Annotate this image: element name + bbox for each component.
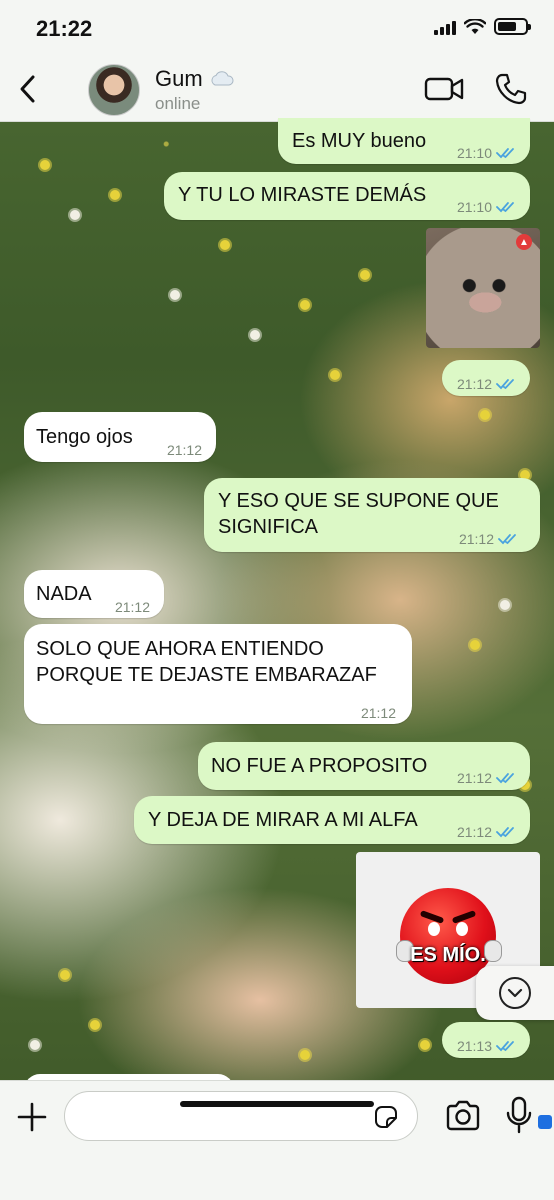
message-bubble-outgoing[interactable]: Y TU LO MIRASTE DEMÁS 21:10 [164, 172, 530, 220]
message-bubble-outgoing[interactable]: Es MUY bueno 21:10 [278, 118, 530, 164]
message-bubble-outgoing[interactable]: NO FUE A PROPOSITO 21:12 [198, 742, 530, 790]
message-meta: 21:12 [459, 526, 520, 552]
message-text: Es MUY bueno [292, 130, 427, 152]
sticker-icon [375, 1106, 397, 1128]
message-bubble-incoming[interactable]: Tengo ojos 21:12 [24, 412, 216, 462]
wifi-icon [464, 18, 486, 34]
wallpaper-flower [220, 240, 230, 250]
voice-call-button[interactable] [494, 72, 528, 106]
message-bubble-outgoing[interactable]: Y ESO QUE SE SUPONE QUE SIGNIFICA 21:12 [204, 478, 540, 552]
message-bubble-incoming[interactable]: SOLO QUE AHORA ENTIENDO PORQUE TE DEJAST… [24, 624, 412, 724]
chevron-down-icon [499, 977, 531, 1009]
wallpaper-flower [70, 210, 80, 220]
contact-name-row[interactable]: Gum [155, 66, 235, 92]
lock-icon [538, 1115, 552, 1129]
message-input[interactable] [64, 1091, 418, 1141]
video-call-button[interactable] [424, 74, 466, 104]
message-time: 21:12 [114, 599, 150, 615]
message-meta: 21:10 [457, 140, 518, 166]
status-icons [434, 18, 531, 35]
contact-name: Gum [155, 66, 203, 91]
wallpaper-flower [300, 1050, 310, 1060]
message-text-line: Y ESO QUE SE SUPONE QUE [218, 490, 499, 512]
phone-icon [495, 73, 527, 105]
home-indicator [180, 1101, 374, 1107]
sticker-caption: ES MÍO. [410, 944, 486, 966]
wallpaper-flower [60, 970, 70, 980]
attach-button[interactable] [14, 1099, 50, 1135]
message-composer [0, 1080, 554, 1200]
message-time: 21:10 [456, 199, 492, 215]
message-meta: 21:12 [457, 819, 518, 845]
message-meta: 21:12 [457, 765, 518, 791]
wallpaper-flower [330, 370, 340, 380]
cloud-icon [211, 71, 234, 86]
wallpaper-flower [250, 330, 260, 340]
read-ticks-icon [496, 827, 514, 838]
sticker-time-bubble: 21:12 [442, 360, 530, 396]
message-time: 21:12 [456, 824, 492, 840]
kitten-sticker[interactable]: ▲ [426, 228, 540, 348]
contact-status: online [155, 94, 201, 113]
plus-icon [17, 1102, 47, 1132]
message-text: Y DEJA DE MIRAR A MI ALFA [148, 809, 418, 831]
message-text: Tengo ojos [36, 426, 133, 448]
scroll-to-bottom-button[interactable] [476, 966, 554, 1020]
sticker-button[interactable] [372, 1103, 400, 1131]
message-time: 21:12 [360, 705, 396, 721]
video-camera-icon [424, 77, 464, 101]
read-ticks-icon [496, 1041, 514, 1052]
wallpaper-flower [40, 160, 50, 170]
message-text: NADA [36, 583, 92, 605]
read-ticks-icon [496, 202, 514, 213]
wallpaper-flower [300, 300, 310, 310]
angry-reaction-icon: ▲ [516, 234, 532, 250]
wallpaper-flower [170, 290, 180, 300]
read-ticks-icon [496, 773, 514, 784]
chat-header: Gum online [0, 58, 554, 122]
wallpaper-flower [360, 270, 370, 280]
message-bubble-outgoing[interactable]: Y DEJA DE MIRAR A MI ALFA 21:12 [134, 796, 530, 844]
contact-avatar[interactable] [88, 64, 140, 116]
wallpaper-flower [30, 1040, 40, 1050]
camera-icon [446, 1100, 480, 1131]
read-ticks-icon [496, 148, 514, 159]
status-time: 21:22 [36, 16, 93, 41]
message-time: 21:10 [456, 145, 492, 161]
status-bar: 21:22 [0, 0, 554, 58]
message-time: 21:12 [456, 376, 492, 392]
wallpaper-flower [420, 1040, 430, 1050]
message-time: 21:13 [456, 1038, 492, 1054]
message-text-line: SIGNIFICA [218, 516, 319, 538]
message-text: Y TU LO MIRASTE DEMÁS [178, 184, 427, 206]
back-arrow-icon [20, 75, 35, 103]
message-bubble-incoming[interactable]: NADA 21:12 [24, 570, 164, 618]
message-text: NO FUE A PROPOSITO [211, 755, 428, 777]
wallpaper-flower [110, 190, 120, 200]
microphone-button[interactable] [504, 1095, 534, 1135]
wallpaper-flower [90, 1020, 100, 1030]
wallpaper-flower [470, 640, 480, 650]
wallpaper-flower [500, 600, 510, 610]
cellular-signal-icon [434, 19, 456, 35]
read-ticks-icon [498, 534, 516, 545]
message-text-line: SOLO QUE AHORA ENTIENDO [36, 638, 324, 660]
battery-icon [494, 18, 531, 35]
back-button[interactable] [12, 72, 42, 106]
message-time: 21:12 [456, 770, 492, 786]
read-ticks-icon [496, 379, 514, 390]
camera-button[interactable] [444, 1099, 482, 1133]
message-meta: 21:10 [457, 194, 518, 220]
microphone-icon [506, 1096, 532, 1134]
message-time: 21:12 [166, 442, 202, 458]
wallpaper-flower [480, 410, 490, 420]
message-time: 21:12 [458, 531, 494, 547]
message-meta: 21:13 [457, 1033, 518, 1059]
message-text-line: PORQUE TE DEJASTE EMBARAZAF [36, 664, 377, 686]
sticker-time-bubble: 21:13 [442, 1022, 530, 1058]
message-meta: 21:12 [457, 371, 518, 397]
